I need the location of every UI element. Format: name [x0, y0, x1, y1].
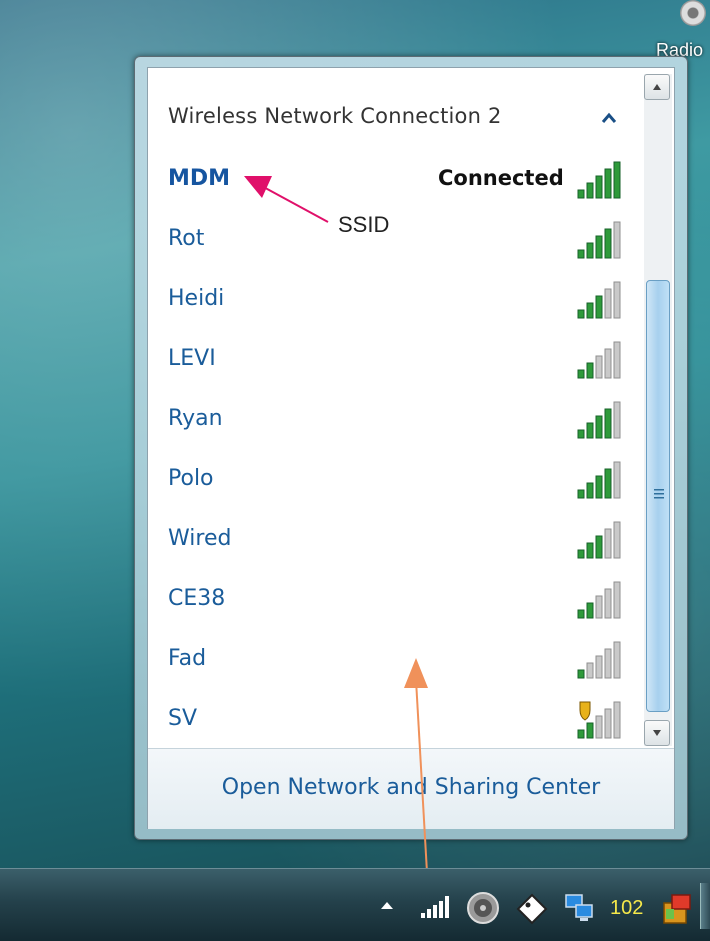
disc-icon[interactable] — [466, 891, 500, 925]
wireless-signal-icon[interactable] — [420, 895, 450, 919]
ssid-arrow — [244, 176, 329, 223]
tray-arrow — [404, 658, 429, 891]
network-monitor-icon[interactable] — [564, 893, 594, 923]
show-desktop-button[interactable] — [700, 883, 710, 929]
tag-icon[interactable] — [514, 891, 550, 925]
tray-counter[interactable]: 102 — [610, 897, 643, 920]
app-box-icon[interactable] — [660, 891, 694, 925]
show-hidden-icons-icon[interactable] — [378, 899, 396, 911]
annotation-overlay — [244, 176, 429, 891]
taskbar: 102 — [0, 868, 710, 941]
annotation-label: SSID — [338, 212, 390, 237]
